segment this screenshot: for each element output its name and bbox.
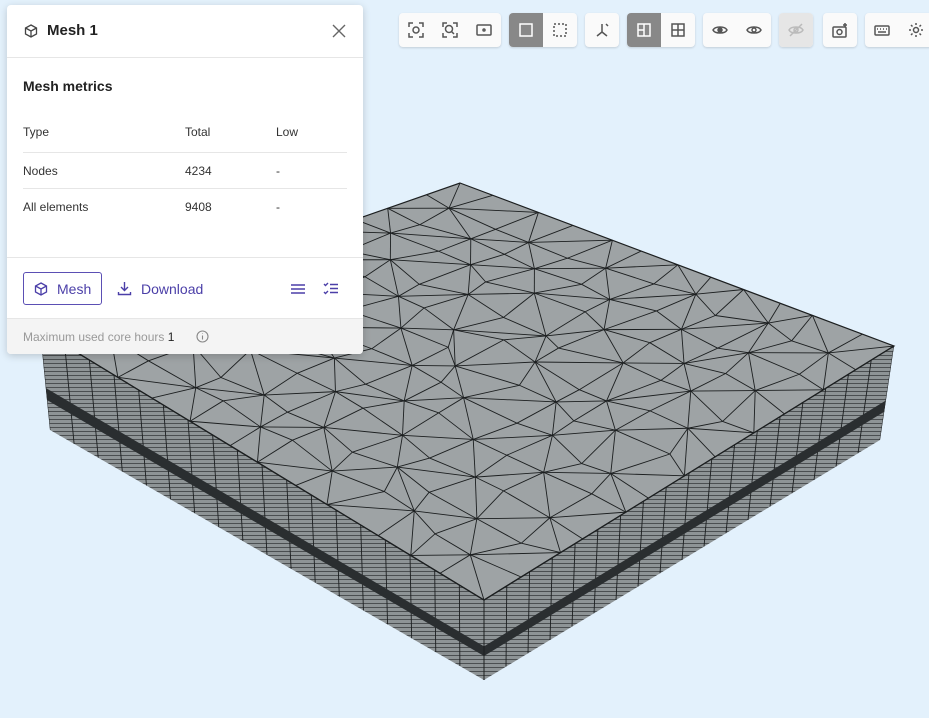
show-button[interactable] (737, 13, 771, 47)
row-type: All elements (23, 200, 89, 214)
hide-button[interactable] (703, 13, 737, 47)
table-divider (23, 152, 347, 153)
zoom-box-icon (476, 24, 492, 36)
toolbar-capture-group (823, 13, 857, 47)
grid-view-button[interactable] (661, 13, 695, 47)
zoom-fit-icon (442, 22, 458, 38)
core-hours-value: 1 (167, 330, 175, 344)
toolbar-view-group (399, 13, 501, 47)
panel-title: Mesh 1 (47, 22, 98, 39)
axes-button[interactable] (585, 13, 619, 47)
toolbar-visibility-group (703, 13, 771, 47)
core-hours-info: Maximum used core hours 1 (23, 330, 174, 344)
toolbar-visibility-extra-group (779, 13, 813, 47)
mesh-button[interactable]: Mesh (23, 272, 102, 305)
zoom-fit-button[interactable] (433, 13, 467, 47)
show-icon (746, 26, 762, 34)
panel-header: Mesh 1 (7, 5, 363, 58)
settings-button[interactable] (899, 13, 929, 47)
grid-view-icon (671, 23, 685, 37)
toolbar-render-group (509, 13, 577, 47)
row-low: - (276, 164, 280, 178)
row-total: 9408 (185, 200, 212, 214)
download-icon (117, 282, 132, 296)
download-button-label: Download (141, 280, 204, 297)
gear-icon (909, 23, 923, 37)
axes-icon (596, 23, 609, 37)
checklist-icon[interactable] (323, 281, 339, 297)
close-icon[interactable] (331, 23, 347, 39)
table-divider (23, 188, 347, 189)
column-header-low: Low (276, 125, 299, 139)
row-total: 4234 (185, 164, 212, 178)
panel-footer: Maximum used core hours 1 (7, 318, 363, 354)
cube-icon (24, 24, 38, 38)
row-type: Nodes (23, 164, 58, 178)
solid-view-icon (519, 23, 533, 37)
fit-selection-button[interactable] (399, 13, 433, 47)
zoom-box-button[interactable] (467, 13, 501, 47)
wireframe-view-button[interactable] (543, 13, 577, 47)
hidden-toggle-icon (788, 23, 804, 37)
keyboard-icon (874, 25, 890, 36)
hide-icon (712, 26, 728, 34)
screenshot-button[interactable] (823, 13, 857, 47)
list-view-icon[interactable] (290, 281, 306, 297)
fit-selection-icon (408, 22, 424, 38)
column-header-type: Type (23, 125, 50, 139)
screenshot-icon (832, 23, 847, 38)
core-hours-label: Maximum used core hours (23, 330, 165, 344)
toolbar-settings-group (865, 13, 929, 47)
download-button[interactable]: Download (117, 272, 203, 305)
keyboard-shortcuts-button[interactable] (865, 13, 899, 47)
section-view-button[interactable] (627, 13, 661, 47)
solid-view-button[interactable] (509, 13, 543, 47)
cube-icon (34, 281, 48, 296)
toolbar-section-group (627, 13, 695, 47)
mesh-button-label: Mesh (57, 280, 92, 297)
toolbar-axes-group (585, 13, 619, 47)
panel-actions: Mesh Download (7, 257, 363, 319)
info-icon[interactable] (196, 330, 209, 343)
column-header-total: Total (185, 125, 211, 139)
section-view-icon (637, 23, 651, 37)
wireframe-view-icon (553, 23, 567, 37)
mesh-panel: Mesh 1 Mesh metrics Type Total Low Nodes… (7, 5, 363, 354)
row-low: - (276, 200, 280, 214)
section-title: Mesh metrics (23, 78, 113, 94)
hidden-toggle-button[interactable] (779, 13, 813, 47)
